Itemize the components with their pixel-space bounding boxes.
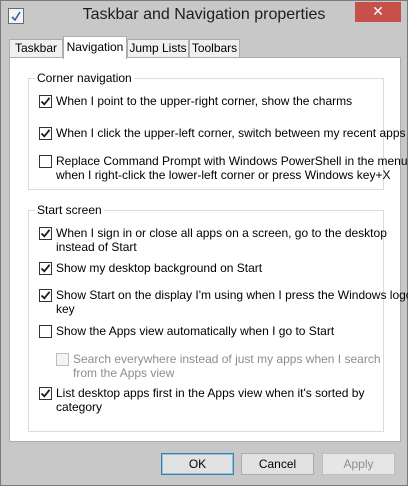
option-label: When I sign in or close all apps on a sc… [56, 226, 387, 254]
option-label: Show the Apps view automatically when I … [56, 324, 335, 338]
option-search-everywhere: Search everywhere instead of just my app… [56, 352, 381, 380]
option-upper-left-recent-apps[interactable]: When I click the upper-left corner, swit… [39, 126, 406, 140]
option-apps-view-auto[interactable]: Show the Apps view automatically when I … [39, 324, 334, 338]
checkbox[interactable] [39, 262, 52, 275]
checkbox[interactable] [39, 289, 52, 302]
close-button[interactable]: ✕ [355, 2, 401, 22]
apply-button[interactable]: Apply [322, 453, 395, 475]
checkbox[interactable] [39, 325, 52, 338]
ok-button[interactable]: OK [161, 453, 234, 475]
option-label: Replace Command Prompt with Windows Powe… [56, 154, 408, 182]
option-desktop-apps-first[interactable]: List desktop apps first in the Apps view… [39, 386, 364, 414]
tab-taskbar[interactable]: Taskbar [9, 39, 63, 58]
checkbox[interactable] [39, 155, 52, 168]
navigation-panel: Corner navigation When I point to the up… [9, 57, 408, 442]
cancel-button[interactable]: Cancel [241, 453, 314, 475]
checkbox[interactable] [39, 95, 52, 108]
checkbox[interactable] [39, 387, 52, 400]
checkbox[interactable] [39, 227, 52, 240]
tab-navigation[interactable]: Navigation [63, 36, 127, 59]
group-title: Corner navigation [35, 71, 134, 85]
option-label: When I click the upper-left corner, swit… [56, 126, 406, 140]
option-label: When I point to the upper-right corner, … [56, 94, 353, 108]
title-bar[interactable]: Taskbar and Navigation properties ✕ [1, 1, 407, 31]
option-powershell-replace[interactable]: Replace Command Prompt with Windows Powe… [39, 154, 408, 182]
properties-window: Taskbar and Navigation properties ✕ Task… [0, 0, 408, 486]
option-label: List desktop apps first in the Apps view… [56, 386, 365, 414]
corner-navigation-group: Corner navigation When I point to the up… [28, 71, 408, 190]
group-title: Start screen [35, 203, 104, 217]
start-screen-group: Start screen When I sign in or close all… [28, 203, 408, 432]
checkbox[interactable] [39, 127, 52, 140]
option-label: Show my desktop background on Start [56, 261, 263, 275]
checkbox [56, 353, 69, 366]
tab-toolbars[interactable]: Toolbars [189, 39, 240, 58]
option-go-to-desktop[interactable]: When I sign in or close all apps on a sc… [39, 226, 387, 254]
tab-jump-lists[interactable]: Jump Lists [127, 39, 189, 58]
option-label: Search everywhere instead of just my app… [73, 352, 381, 380]
option-start-on-display[interactable]: Show Start on the display I'm using when… [39, 288, 408, 316]
option-upper-right-charms[interactable]: When I point to the upper-right corner, … [39, 94, 352, 108]
window-title: Taskbar and Navigation properties [82, 6, 326, 23]
option-desktop-background[interactable]: Show my desktop background on Start [39, 261, 262, 275]
option-label: Show Start on the display I'm using when… [56, 288, 408, 316]
